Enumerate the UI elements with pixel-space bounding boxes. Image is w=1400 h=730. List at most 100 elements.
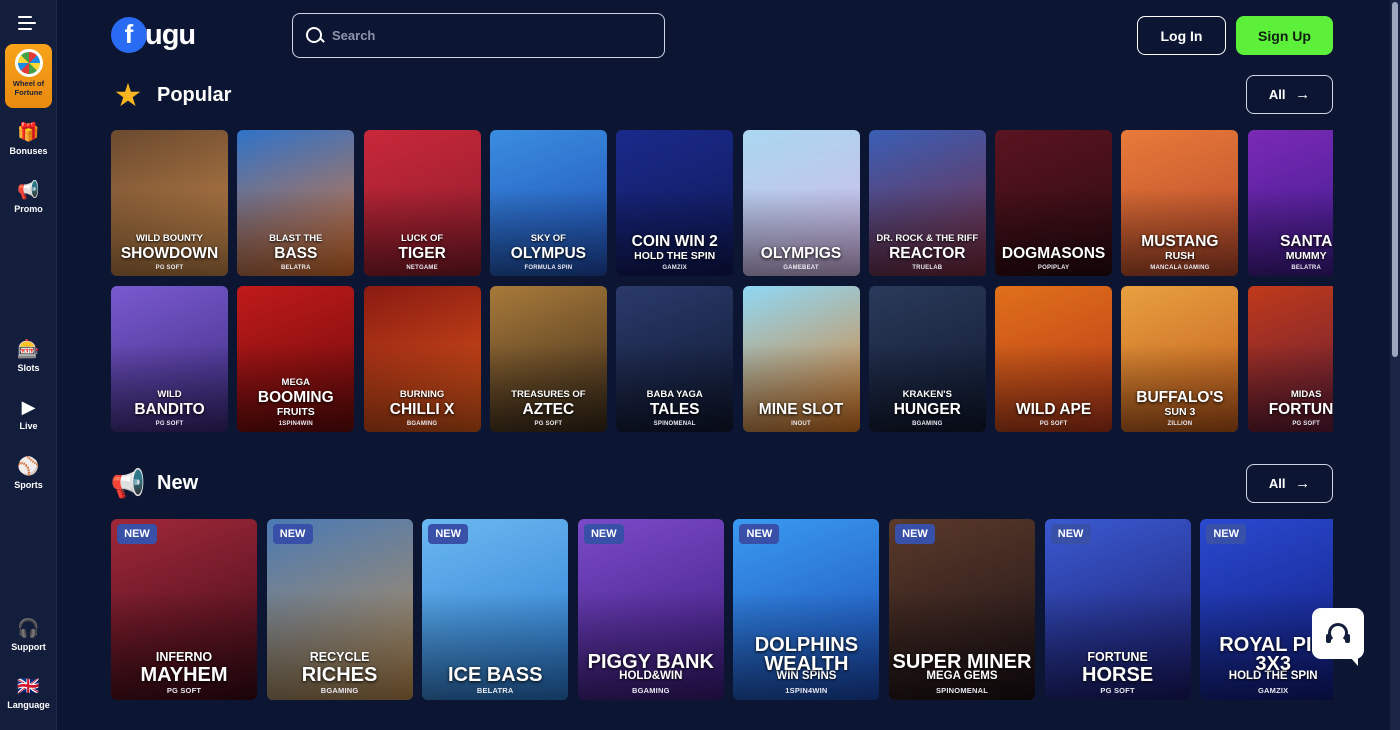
- game-card[interactable]: PG SOFT FORTUNEMIDAS: [1247, 286, 1333, 432]
- game-provider: 1SPIN4WIN: [785, 686, 828, 695]
- game-provider: GAMEBEAT: [783, 265, 819, 271]
- game-title-line: WEALTH: [764, 653, 849, 675]
- game-card[interactable]: PG SOFT AZTEC TREASURES OF: [489, 286, 607, 432]
- new-badge: NEW: [117, 524, 157, 544]
- game-card[interactable]: 1SPIN4WIN FRUITS BOOMING MEGA: [237, 286, 355, 432]
- sidebar-item-sports[interactable]: ⚾ Sports: [0, 456, 57, 490]
- scrollbar-thumb[interactable]: [1392, 2, 1398, 357]
- gift-icon: 🎁: [17, 122, 40, 142]
- sidebar-item-support[interactable]: 🎧 Support: [0, 618, 57, 652]
- sidebar-item-label: Support: [11, 642, 46, 652]
- game-card[interactable]: BELATRA BASS BLAST THE: [237, 130, 355, 276]
- game-card[interactable]: BGAMING HOLD&WIN PIGGY BANK NEW: [577, 519, 724, 700]
- game-pretitle: INFERNO: [155, 650, 213, 664]
- game-pretitle: KRAKEN'S: [902, 389, 952, 400]
- game-title: SUPER MINER: [892, 651, 1032, 673]
- game-card[interactable]: POPIPLAY DOGMASONS: [995, 130, 1113, 276]
- game-pretitle: BURNING: [399, 389, 445, 400]
- popular-row-1: PG SOFT SHOWDOWN WILD BOUNTY BELATRA BASS BLA…: [111, 130, 1333, 276]
- game-pretitle: LUCK OF: [400, 233, 444, 244]
- game-title: HORSE: [1082, 664, 1154, 686]
- menu-toggle-icon[interactable]: [18, 16, 40, 32]
- game-card[interactable]: PG SOFT HORSE FORTUNE NEW: [1044, 519, 1191, 700]
- popular-section-header: ★ Popular: [110, 75, 232, 115]
- star-icon: ★: [113, 77, 143, 113]
- game-provider: PG SOFT: [155, 265, 184, 271]
- search-input[interactable]: [332, 28, 632, 43]
- game-card[interactable]: PG SOFT MAYHEM INFERNO NEW: [111, 519, 257, 700]
- game-title: TALES: [649, 401, 700, 418]
- search-box[interactable]: [292, 13, 665, 58]
- wheel-icon: [14, 49, 43, 77]
- game-card[interactable]: BGAMING CHILLI X BURNING: [363, 286, 481, 432]
- game-card[interactable]: BGAMING HUNGER KRAKEN'S: [868, 286, 986, 432]
- arrow-right-icon: →: [1295, 475, 1311, 492]
- megaphone-icon: 📢: [110, 467, 146, 499]
- game-title: BASS: [274, 245, 318, 262]
- game-title: REACTOR: [889, 245, 966, 262]
- sidebar-item-live[interactable]: ▶ Live: [0, 397, 57, 431]
- game-provider: FORMULA SPIN: [524, 265, 573, 271]
- game-title: FORTUNE: [1268, 401, 1333, 418]
- game-title: PIGGY BANK: [587, 651, 714, 673]
- card-shade: [995, 344, 1113, 432]
- game-provider: BGAMING: [406, 421, 438, 427]
- game-provider: BELATRA: [1291, 265, 1321, 271]
- section-title: Popular: [157, 83, 232, 106]
- app-root: Wheel of Fortune 🎁 Bonuses 📢 Promo 🎰 Slo…: [0, 0, 1400, 730]
- game-card[interactable]: 1SPIN4WIN WIN SPINS WEALTH DOLPHINS NEW: [733, 519, 880, 700]
- slot-machine-icon: 🎰: [17, 339, 40, 359]
- game-title: OLYMPUS: [510, 245, 586, 262]
- game-title: AZTEC: [522, 401, 575, 418]
- game-card[interactable]: BELATRA MUMMY SANTA: [1247, 130, 1333, 276]
- game-card[interactable]: GAMEBEAT OLYMPIGS: [742, 130, 860, 276]
- game-pretitle: BABA YAGA: [646, 389, 703, 400]
- new-badge: NEW: [1206, 524, 1247, 544]
- game-provider: PG SOFT: [155, 421, 184, 427]
- ball-icon: ⚾: [17, 456, 40, 476]
- page-scrollbar[interactable]: [1390, 0, 1400, 730]
- game-title: WILD APE: [1015, 401, 1092, 418]
- game-title: DOLPHINS: [754, 634, 859, 656]
- sidebar-item-promo[interactable]: 📢 Promo: [0, 180, 57, 214]
- game-title: HUNGER: [893, 401, 961, 418]
- game-card[interactable]: SPINOMENAL TALES BABA YAGA: [616, 286, 734, 432]
- game-card[interactable]: INOUT MINE SLOT: [742, 286, 860, 432]
- fugu-logo[interactable]: f ugu: [111, 16, 196, 54]
- sidebar-item-bonuses[interactable]: 🎁 Bonuses: [0, 122, 57, 156]
- signup-button[interactable]: Sign Up: [1236, 16, 1333, 55]
- game-card[interactable]: NETGAME TIGER LUCK OF: [363, 130, 481, 276]
- wheel-of-fortune-button[interactable]: Wheel of Fortune: [5, 44, 52, 108]
- login-button[interactable]: Log In: [1137, 16, 1226, 55]
- game-card[interactable]: GAMZIX HOLD THE SPIN 3X3 ROYAL PIG NEW: [1200, 519, 1333, 700]
- new-all-button[interactable]: All →: [1246, 464, 1333, 503]
- game-card[interactable]: PG SOFT WILD APE: [995, 286, 1113, 432]
- game-subtitle: RUSH: [1165, 250, 1195, 262]
- game-card[interactable]: PG SOFT SHOWDOWN WILD BOUNTY: [111, 130, 228, 276]
- new-badge: NEW: [428, 524, 469, 544]
- popular-all-button[interactable]: All →: [1246, 75, 1333, 114]
- support-chat-button[interactable]: [1312, 608, 1364, 666]
- card-shade: [577, 591, 724, 700]
- game-card[interactable]: SPINOMENAL MEGA GEMS SUPER MINER NEW: [889, 519, 1035, 700]
- game-card[interactable]: BGAMING RICHES RECYCLE NEW: [266, 519, 413, 700]
- sidebar-item-language[interactable]: 🇬🇧 Language: [0, 676, 57, 710]
- game-provider: PG SOFT: [166, 686, 202, 695]
- game-card[interactable]: GAMZIX HOLD THE SPIN COIN WIN 2: [616, 130, 734, 276]
- card-shade: [742, 344, 860, 432]
- game-card[interactable]: FORMULA SPIN OLYMPUS SKY OF: [489, 130, 607, 276]
- game-provider: TRUELAB: [912, 265, 943, 271]
- game-provider: PG SOFT: [1039, 421, 1068, 427]
- game-title: OLYMPIGS: [760, 245, 842, 262]
- new-badge: NEW: [583, 524, 624, 544]
- game-card[interactable]: ZILLION SUN 3 BUFFALO'S: [1121, 286, 1239, 432]
- new-badge: NEW: [1050, 524, 1091, 544]
- sidebar-item-slots[interactable]: 🎰 Slots: [0, 339, 57, 373]
- game-card[interactable]: MANCALA GAMING RUSH MUSTANG: [1121, 130, 1239, 276]
- play-icon: ▶: [21, 397, 36, 417]
- game-card[interactable]: PG SOFT BANDITO WILD: [111, 286, 228, 432]
- game-card[interactable]: TRUELAB REACTOR DR. ROCK & THE RIFF: [868, 130, 986, 276]
- game-provider: NETGAME: [406, 265, 438, 271]
- logo-text: ugu: [145, 18, 196, 51]
- game-card[interactable]: BELATRA ICE BASS NEW: [422, 519, 569, 700]
